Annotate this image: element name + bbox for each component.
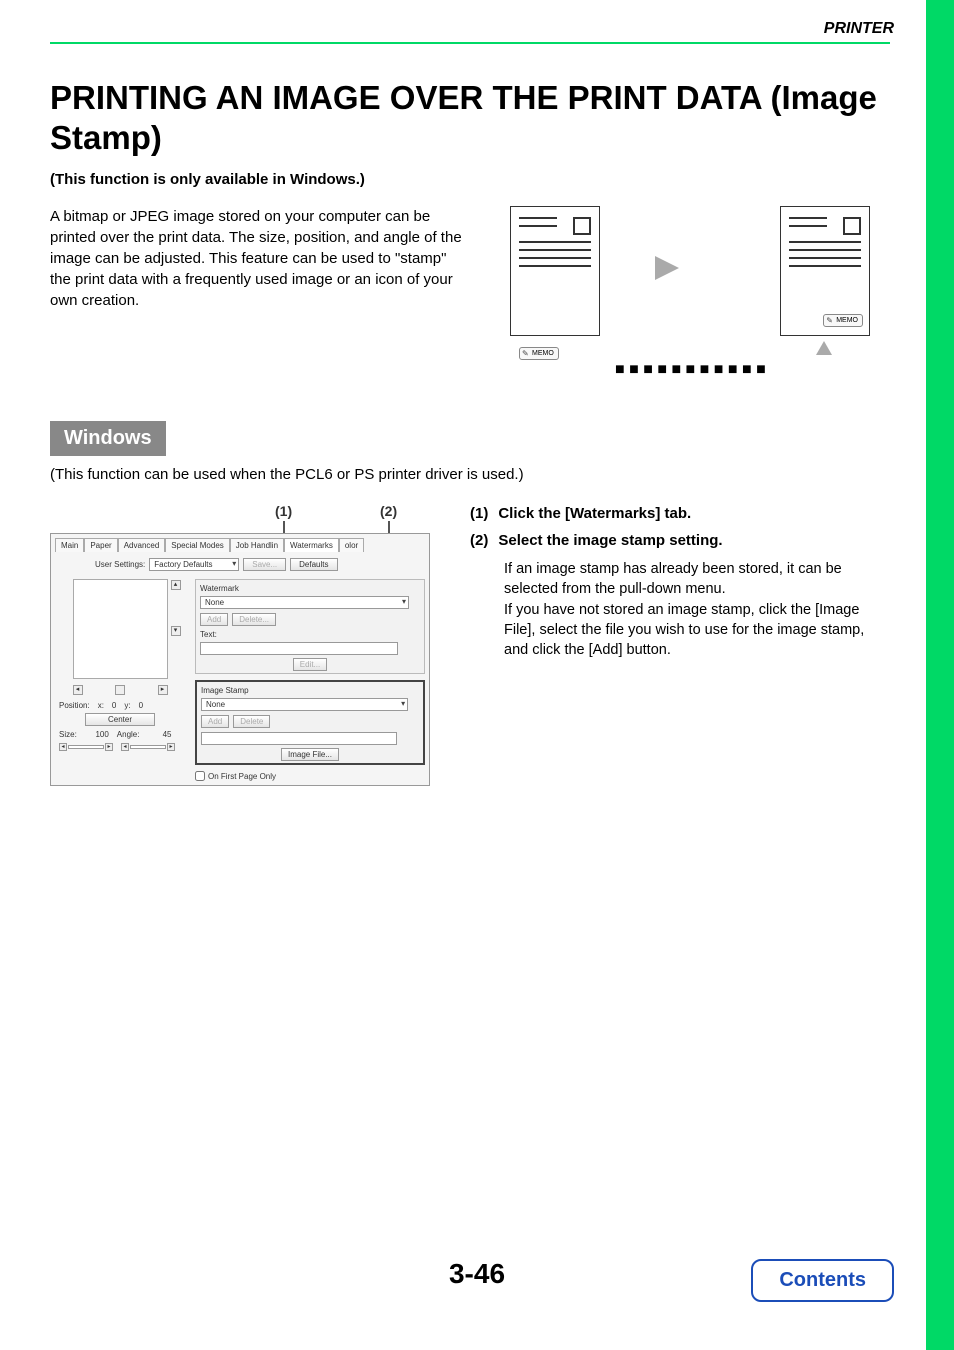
preview-area: ▴ ▾ <box>73 579 168 679</box>
tab-job-handling[interactable]: Job Handlin <box>230 538 284 552</box>
watermark-delete-button[interactable]: Delete... <box>232 613 276 626</box>
tab-color[interactable]: olor <box>339 538 364 552</box>
image-stamp-delete-button[interactable]: Delete <box>233 715 270 728</box>
scroll-thumb[interactable] <box>115 685 125 695</box>
tab-special-modes[interactable]: Special Modes <box>165 538 229 552</box>
concept-illustration: MEMO MEMO ■ ■ ■ ■ ■ ■ ■ ■ ■ ■ ■ <box>500 206 880 381</box>
center-button[interactable]: Center <box>85 713 155 726</box>
step-1-title: Click the [Watermarks] tab. <box>498 505 691 522</box>
print-driver-panel: Main Paper Advanced Special Modes Job Ha… <box>50 533 430 786</box>
angle-slider[interactable]: ◂▸ <box>121 743 175 751</box>
contents-button[interactable]: Contents <box>751 1259 894 1302</box>
tab-main[interactable]: Main <box>55 538 84 552</box>
arrow-right-icon <box>655 256 679 280</box>
image-stamp-path-field[interactable] <box>201 732 397 745</box>
page-after-thumb: MEMO <box>780 206 870 336</box>
dotted-path: ■ ■ ■ ■ ■ ■ ■ ■ ■ ■ ■ <box>615 361 766 379</box>
os-section-sub: (This function can be used when the PCL6… <box>50 466 890 483</box>
size-label: Size: <box>59 730 77 739</box>
position-label: Position: <box>59 701 90 710</box>
intro-paragraph: A bitmap or JPEG image stored on your co… <box>50 206 470 381</box>
save-button[interactable]: Save... <box>243 558 286 571</box>
first-page-only-label: On First Page Only <box>208 772 276 781</box>
scroll-left-button[interactable]: ◂ <box>73 685 83 695</box>
callout-1: (1) <box>275 503 292 519</box>
position-x-value: 0 <box>112 701 116 710</box>
tab-paper[interactable]: Paper <box>84 538 117 552</box>
side-accent-bar <box>926 0 954 1350</box>
driver-dialog-screenshot: (1) (2) Main Paper Advanced Special Mode… <box>50 505 430 786</box>
user-settings-dropdown[interactable]: Factory Defaults <box>149 558 239 571</box>
tab-watermarks[interactable]: Watermarks <box>284 538 339 552</box>
page-before-thumb: MEMO <box>510 206 600 336</box>
tab-advanced[interactable]: Advanced <box>118 538 166 552</box>
availability-note: (This function is only available in Wind… <box>50 171 890 188</box>
user-settings-label: User Settings: <box>95 560 145 569</box>
memo-stamp-source: MEMO <box>519 347 559 360</box>
memo-stamp-applied: MEMO <box>823 314 863 327</box>
defaults-button[interactable]: Defaults <box>290 558 337 571</box>
first-page-only-checkbox[interactable]: On First Page Only <box>195 771 425 781</box>
scroll-down-button[interactable]: ▾ <box>171 626 181 636</box>
image-stamp-label: Image Stamp <box>201 686 419 695</box>
size-value: 100 <box>85 730 109 739</box>
step-2-title: Select the image stamp setting. <box>498 532 722 549</box>
arrow-up-icon <box>816 341 832 355</box>
watermark-edit-button[interactable]: Edit... <box>293 658 327 671</box>
angle-value: 45 <box>147 730 171 739</box>
position-y-label: y: <box>124 701 130 710</box>
size-slider[interactable]: ◂▸ <box>59 743 113 751</box>
first-page-only-input[interactable] <box>195 771 205 781</box>
watermark-dropdown[interactable]: None <box>200 596 409 609</box>
scroll-right-button[interactable]: ▸ <box>158 685 168 695</box>
image-stamp-group: Image Stamp None Add Delete Image File..… <box>195 680 425 765</box>
watermark-text-field[interactable] <box>200 642 398 655</box>
image-stamp-add-button[interactable]: Add <box>201 715 229 728</box>
watermark-text-label: Text: <box>200 630 420 639</box>
watermark-add-button[interactable]: Add <box>200 613 228 626</box>
header-section: PRINTER <box>824 20 894 38</box>
tab-row: Main Paper Advanced Special Modes Job Ha… <box>55 538 425 552</box>
image-file-button[interactable]: Image File... <box>281 748 339 761</box>
watermark-group: Watermark None Add Delete... Text: Edit.… <box>195 579 425 674</box>
step-2-body: If an image stamp has already been store… <box>504 559 890 660</box>
watermark-label: Watermark <box>200 584 420 593</box>
step-1-number: (1) <box>470 505 488 522</box>
header-rule <box>50 42 890 44</box>
callout-2: (2) <box>380 503 397 519</box>
page-title: PRINTING AN IMAGE OVER THE PRINT DATA (I… <box>50 78 890 157</box>
image-stamp-dropdown[interactable]: None <box>201 698 408 711</box>
position-x-label: x: <box>98 701 104 710</box>
scroll-up-button[interactable]: ▴ <box>171 580 181 590</box>
step-2-number: (2) <box>470 532 488 549</box>
angle-label: Angle: <box>117 730 140 739</box>
position-y-value: 0 <box>139 701 143 710</box>
os-section-tag: Windows <box>50 421 166 456</box>
